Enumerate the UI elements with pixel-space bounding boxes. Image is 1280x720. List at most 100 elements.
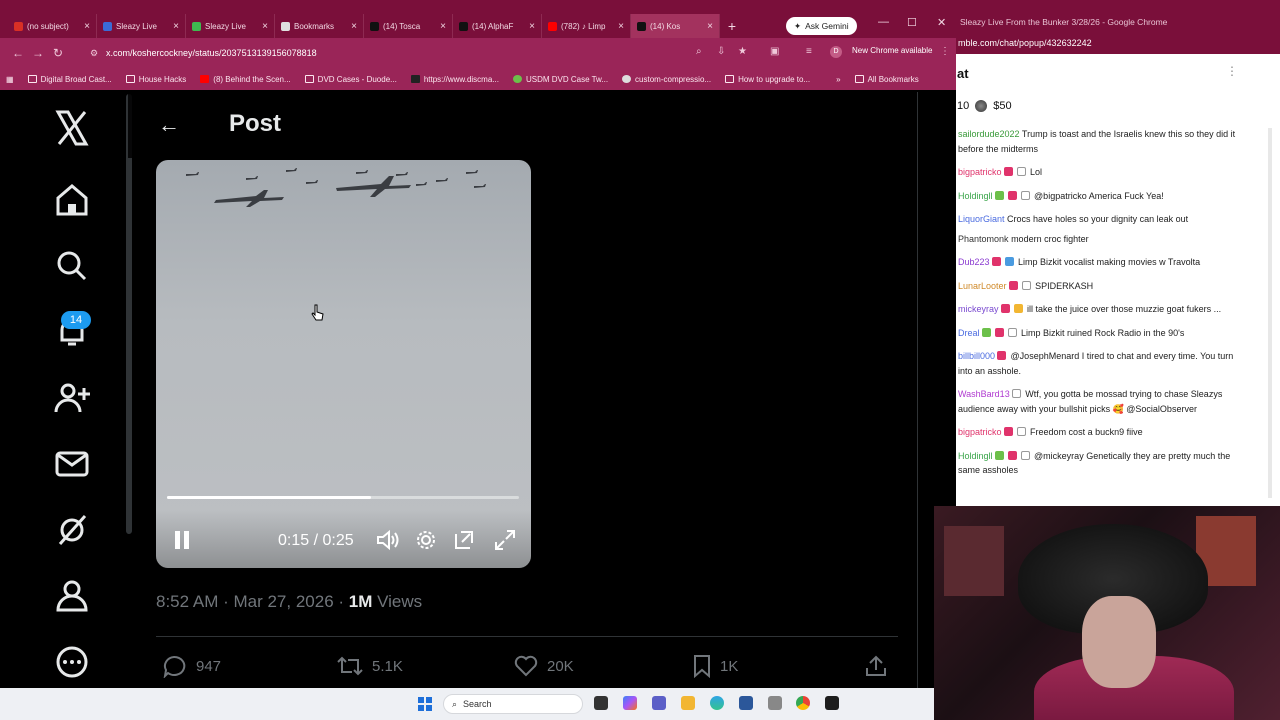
close-icon[interactable]: ×	[529, 21, 535, 32]
window-close-icon[interactable]: ✕	[937, 16, 946, 29]
profile-avatar[interactable]: D	[830, 46, 842, 58]
more-bookmarks-icon[interactable]: »	[836, 75, 840, 84]
chat-menu-icon[interactable]: ⋮	[1226, 64, 1238, 78]
bookmark-item[interactable]: DVD Cases - Duode...	[304, 75, 397, 84]
repost-button[interactable]: 5.1K	[336, 654, 403, 678]
x-logo-icon[interactable]	[52, 108, 92, 148]
close-icon[interactable]: ×	[262, 21, 268, 32]
ask-gemini-button[interactable]: ✦ Ask Gemini	[786, 17, 857, 35]
picture-in-picture-icon[interactable]	[453, 529, 475, 551]
chat-username[interactable]: WashBard13	[958, 389, 1010, 399]
chat-username[interactable]: Dreal	[958, 328, 980, 338]
tab-bookmarks[interactable]: Bookmarks ×	[275, 14, 364, 38]
chat-username[interactable]: Holdingll	[958, 191, 993, 201]
bookmark-item[interactable]: custom-compressio...	[622, 75, 711, 84]
back-icon[interactable]: ←	[8, 46, 28, 60]
close-icon[interactable]: ×	[84, 21, 90, 32]
teams-icon[interactable]	[652, 696, 666, 710]
post-time[interactable]: 8:52 AM · Mar 27, 2026 ·	[156, 592, 349, 611]
reply-button[interactable]: 947	[162, 654, 221, 678]
chat-username[interactable]: sailordude2022	[958, 129, 1020, 139]
video-frame	[186, 168, 486, 207]
x-page: 14 0:15 / 0:25 ← Post 8:52 AM · Mar 27, …	[0, 92, 956, 688]
tab-youtube[interactable]: (782) ♪ Limp ×	[542, 14, 631, 38]
chat-username[interactable]: billbill000	[958, 351, 995, 361]
bookmark-item[interactable]: Digital Broad Cast...	[27, 75, 112, 84]
bookmark-star-icon[interactable]: ★	[738, 46, 747, 57]
video-player[interactable]: 0:15 / 0:25	[156, 160, 531, 568]
copilot-icon[interactable]	[623, 696, 637, 710]
site-info-icon[interactable]: ⚙	[90, 48, 98, 59]
forward-icon[interactable]: →	[28, 46, 48, 60]
chat-username[interactable]: bigpatricko	[958, 167, 1002, 177]
video-progress-bar[interactable]	[167, 496, 519, 499]
close-icon[interactable]: ×	[618, 21, 624, 32]
address-bar[interactable]: ⚙ x.com/koshercockney/status/20375131391…	[84, 43, 844, 63]
tab-x-tosca[interactable]: (14) Tosca ×	[364, 14, 453, 38]
chat-username[interactable]: bigpatricko	[958, 427, 1002, 437]
close-icon[interactable]: ×	[440, 21, 446, 32]
pause-icon[interactable]	[174, 530, 190, 550]
settings-gear-icon[interactable]	[416, 530, 436, 550]
mail-icon[interactable]	[52, 444, 92, 484]
close-icon[interactable]: ×	[351, 21, 357, 32]
sidepanel-icon[interactable]: ▣	[770, 46, 779, 57]
zoom-icon[interactable]: ⌕	[696, 46, 702, 57]
chat-window-title: Sleazy Live From the Bunker 3/28/26 - Go…	[956, 0, 1280, 36]
task-view-icon[interactable]	[594, 696, 608, 710]
home-icon[interactable]	[52, 180, 92, 220]
reading-list-icon[interactable]: ≡	[806, 46, 812, 57]
rumble-icon	[192, 21, 201, 31]
volume-icon[interactable]	[376, 529, 400, 551]
bookmark-item[interactable]: USDM DVD Case Tw...	[512, 75, 608, 84]
chrome-icon[interactable]	[796, 696, 810, 710]
heart-icon	[514, 655, 538, 677]
apps-icon[interactable]: ▦	[6, 75, 14, 84]
file-explorer-icon[interactable]	[681, 696, 695, 710]
bookmark-item[interactable]: House Hacks	[125, 75, 186, 84]
bookmark-item[interactable]: https://www.discma...	[410, 75, 499, 84]
close-icon[interactable]: ×	[707, 21, 713, 32]
app-icon[interactable]	[768, 696, 782, 710]
chat-username[interactable]: Holdingll	[958, 451, 993, 461]
search-icon[interactable]	[52, 246, 92, 286]
reload-icon[interactable]: ↻	[48, 46, 68, 60]
tab-rumble-1[interactable]: Sleazy Live ×	[97, 14, 186, 38]
obs-icon[interactable]	[825, 696, 839, 710]
menu-dots-icon[interactable]: ⋮	[940, 46, 950, 57]
windows-start-icon[interactable]	[418, 697, 432, 711]
install-icon[interactable]: ⇩	[717, 46, 725, 57]
share-icon[interactable]	[864, 654, 888, 678]
chat-username[interactable]: Phantomonk	[958, 234, 1009, 244]
edge-icon[interactable]	[710, 696, 724, 710]
more-icon[interactable]	[52, 642, 92, 682]
tab-gmail[interactable]: (no subject) ×	[8, 14, 97, 38]
grok-icon[interactable]	[52, 510, 92, 550]
tab-rumble-2[interactable]: Sleazy Live ×	[186, 14, 275, 38]
taskbar-search[interactable]: ⌕ Search	[443, 694, 583, 714]
bookmark-item[interactable]: How to upgrade to...	[725, 75, 810, 84]
chat-scrollbar[interactable]	[1268, 128, 1272, 498]
follow-icon[interactable]	[52, 378, 92, 418]
tab-x-alpha[interactable]: (14) AlphaF ×	[453, 14, 542, 38]
profile-icon[interactable]	[52, 576, 92, 616]
new-chrome-available[interactable]: New Chrome available	[852, 46, 932, 55]
chat-username[interactable]: LiquorGiant	[958, 214, 1005, 224]
like-button[interactable]: 20K	[513, 654, 574, 678]
new-tab-button[interactable]: +	[720, 18, 744, 34]
all-bookmarks[interactable]: All Bookmarks	[854, 75, 919, 84]
fullscreen-icon[interactable]	[494, 529, 516, 551]
chat-username[interactable]: mickeyray	[958, 304, 999, 314]
maximize-icon[interactable]: ☐	[907, 16, 917, 29]
chat-username[interactable]: LunarLooter	[958, 281, 1007, 291]
tab-x-active[interactable]: (14) Kos ×	[631, 14, 720, 38]
bookmark-button[interactable]: 1K	[692, 654, 738, 678]
bookmark-item[interactable]: (8) Behind the Scen...	[200, 75, 291, 84]
chat-username[interactable]: Dub223	[958, 257, 990, 267]
close-icon[interactable]: ×	[173, 21, 179, 32]
sidebar-scrollbar[interactable]	[126, 94, 132, 534]
badge-icon	[1016, 167, 1026, 176]
minimize-icon[interactable]: —	[878, 16, 889, 28]
store-icon[interactable]	[739, 696, 753, 710]
back-arrow-icon[interactable]: ←	[158, 112, 180, 138]
